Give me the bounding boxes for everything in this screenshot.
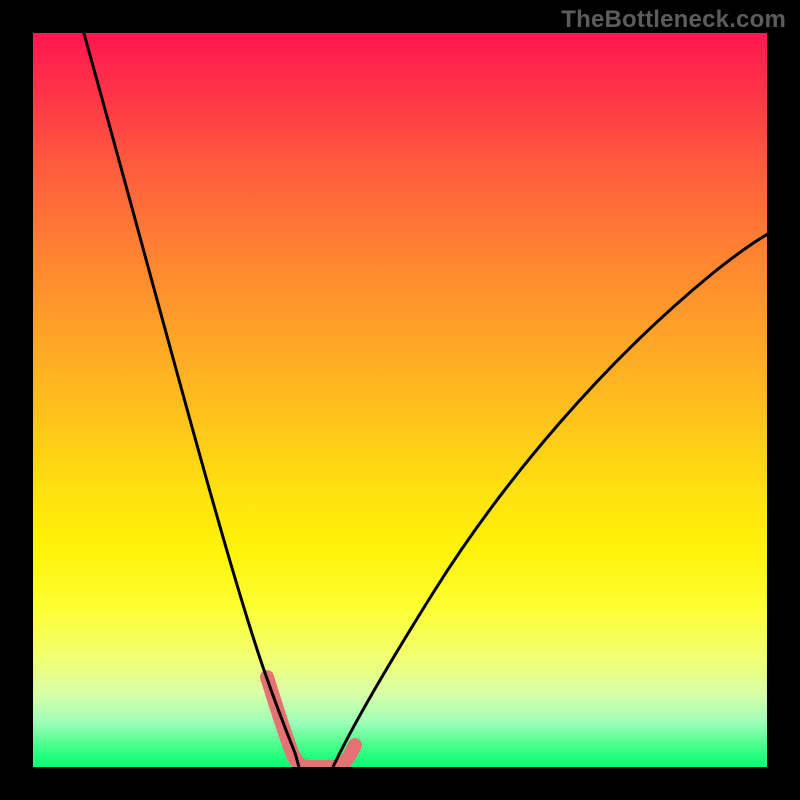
curve-layer	[33, 33, 767, 767]
watermark-text: TheBottleneck.com	[561, 6, 786, 34]
highlight-optimum-marker	[267, 677, 355, 767]
curve-left-branch	[81, 33, 299, 767]
plot-area	[33, 33, 767, 767]
curve-right-branch	[333, 231, 767, 767]
chart-frame: TheBottleneck.com	[0, 0, 800, 800]
